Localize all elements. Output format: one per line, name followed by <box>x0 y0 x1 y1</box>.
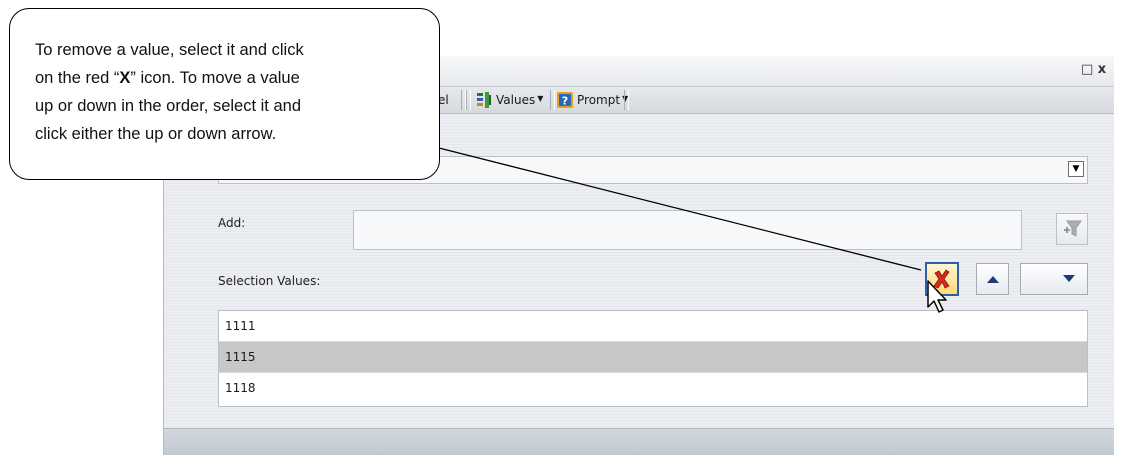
add-label: Add: <box>218 216 246 230</box>
maximize-icon[interactable]: □ <box>1081 63 1093 76</box>
callout-line-2-suffix: ” icon. To move a value <box>130 69 300 87</box>
callout-line-2: on the red “X” icon. To move a value <box>35 64 429 92</box>
panel-footer <box>164 428 1114 455</box>
list-item[interactable]: 1111 <box>219 311 1087 342</box>
mouse-pointer-icon <box>927 280 947 313</box>
close-icon[interactable]: x <box>1096 63 1108 76</box>
prompt-icon: ? <box>557 92 573 108</box>
svg-text:?: ? <box>562 95 568 108</box>
selection-values-list[interactable]: 1111 1115 1118 <box>218 310 1088 407</box>
down-arrow-icon <box>1063 275 1075 282</box>
callout-x-emphasis: X <box>119 69 131 87</box>
toolbar-divider <box>550 90 555 110</box>
callout-line-1: To remove a value, select it and click <box>35 41 304 59</box>
instruction-callout: To remove a value, select it and click o… <box>9 8 440 180</box>
callout-line-3: up or down in the order, select it and <box>35 97 301 115</box>
list-item[interactable]: 1118 <box>219 373 1087 404</box>
callout-line-2-prefix: on the red “ <box>35 69 120 87</box>
add-input[interactable] <box>353 210 1022 250</box>
list-item-value: 1118 <box>225 381 256 395</box>
prompt-menu-button[interactable]: ? Prompt ▼ <box>557 90 628 110</box>
values-menu-button[interactable]: Values ▼ <box>476 90 543 110</box>
list-item-value: 1115 <box>225 350 256 364</box>
chevron-down-icon[interactable]: ▼ <box>1068 161 1084 177</box>
up-arrow-icon <box>986 276 999 283</box>
move-down-button[interactable] <box>1020 263 1088 295</box>
list-item-value: 1111 <box>225 319 256 333</box>
selection-values-label: Selection Values: <box>218 274 321 288</box>
callout-line-4: click either the up or down arrow. <box>35 125 277 143</box>
chevron-down-icon: ▼ <box>537 93 544 103</box>
move-up-button[interactable] <box>976 263 1009 295</box>
toolbar-divider <box>624 90 629 110</box>
toolbar-divider <box>466 90 471 110</box>
values-icon <box>477 92 491 108</box>
filter-add-button[interactable] <box>1056 213 1088 245</box>
values-menu-label: Values <box>496 93 536 107</box>
list-item[interactable]: 1115 <box>219 342 1087 373</box>
funnel-plus-icon <box>1064 220 1082 237</box>
prompt-menu-label: Prompt <box>577 93 621 107</box>
